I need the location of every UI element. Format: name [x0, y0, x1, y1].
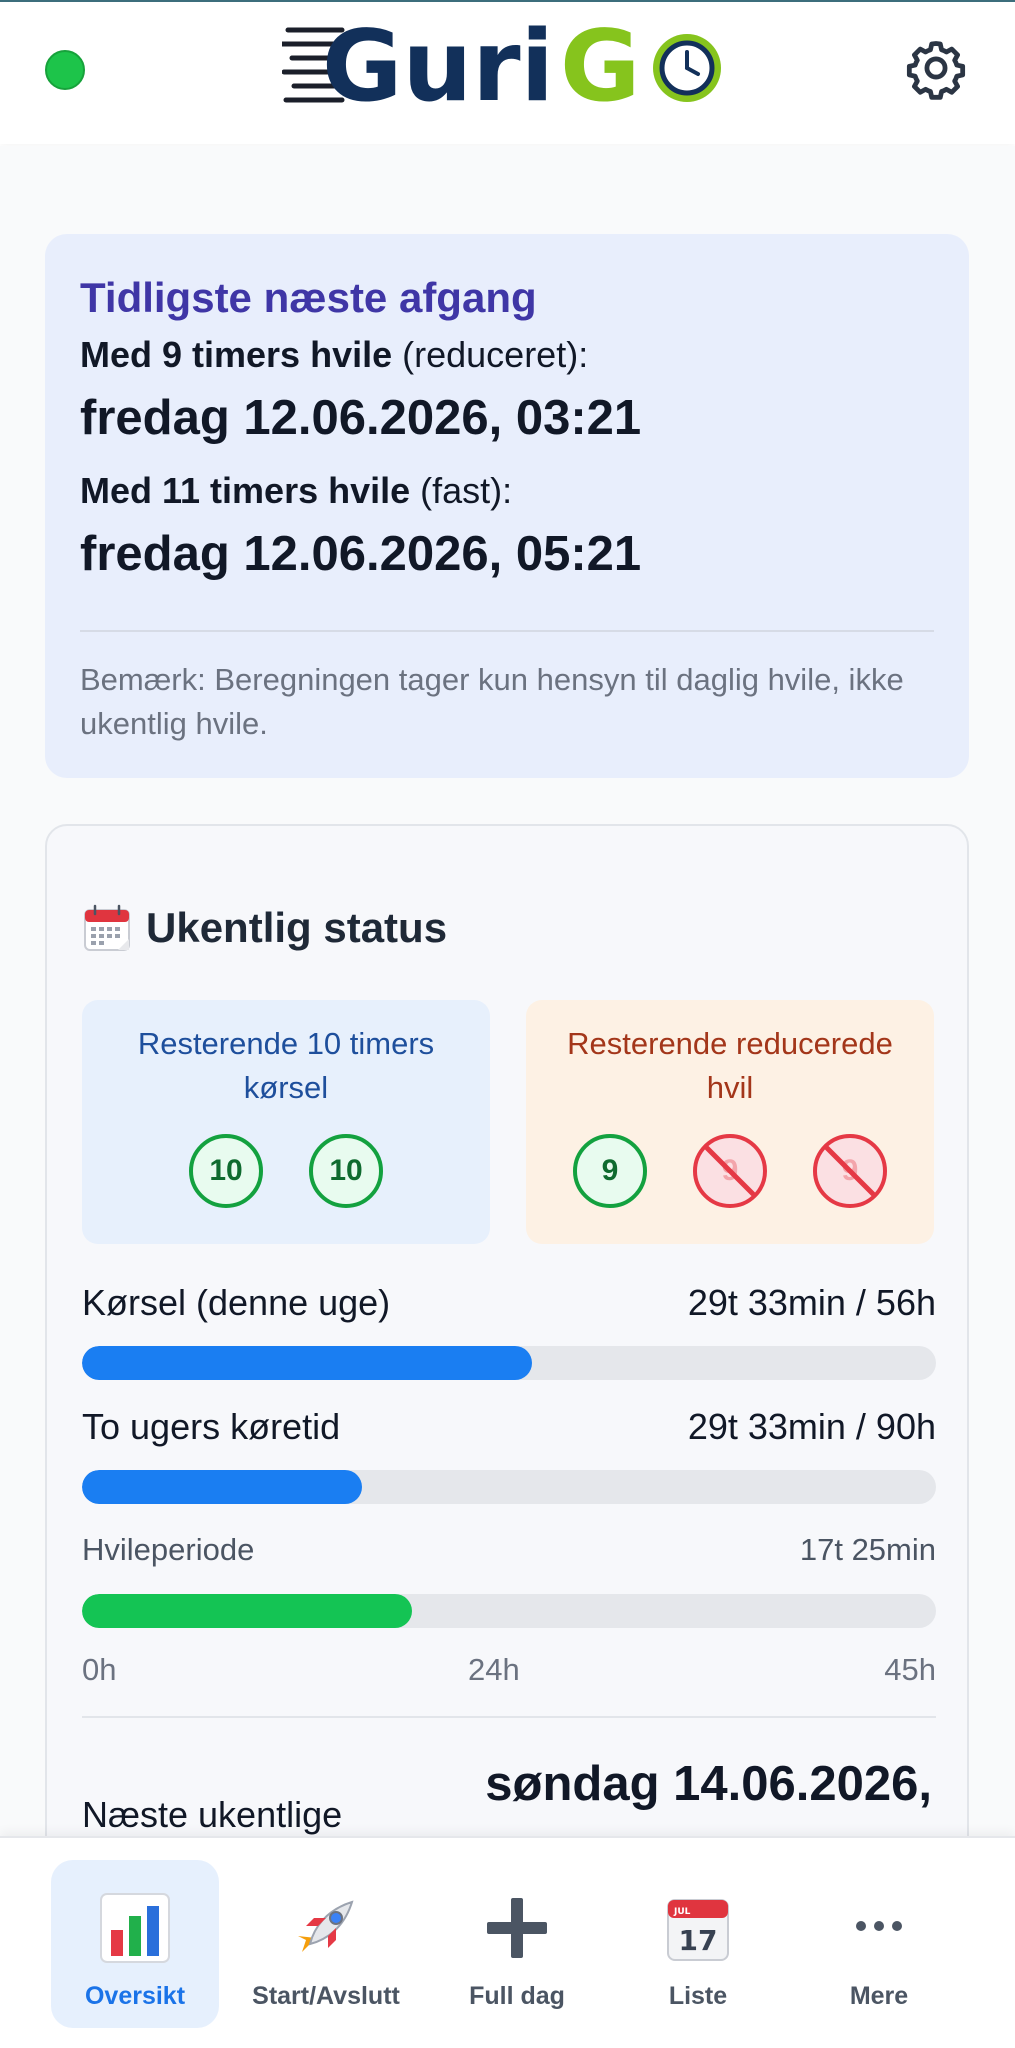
remaining-10h-driving-title: Resterende 10 timers kørsel — [137, 1026, 435, 1105]
nav-item-mere[interactable]: Mere — [795, 1860, 963, 2028]
strike-icon — [824, 1145, 876, 1197]
weekly-status-card: Ukentlig status Resterende 10 timers kør… — [45, 824, 969, 1836]
rest-period-fill — [82, 1594, 413, 1628]
rest11-label: Med 11 timers hvile — [80, 470, 411, 511]
nav-item-liste[interactable]: JUL 17 Liste — [614, 1860, 782, 2028]
rest9-suffix: (reduceret): — [392, 334, 589, 375]
nav-label-full-dag: Full dag — [469, 1982, 565, 2010]
weekly-status-title: Ukentlig status — [146, 904, 448, 951]
weekly-divider — [82, 1716, 936, 1718]
scale-end: 45h — [884, 1652, 936, 1687]
reduced-rest-badge-used: 9 — [813, 1134, 887, 1208]
app-header: Guri G — [0, 0, 1015, 144]
rest9-date: fredag 12.06.2026, 03:21 — [80, 391, 642, 445]
calendar-icon — [84, 904, 130, 951]
svg-text:17: 17 — [679, 1924, 718, 1957]
next-weekly-rest-label: Næste ukentlige — [82, 1794, 343, 1835]
plus-icon — [487, 1898, 547, 1958]
driving10-badge-available: 10 — [309, 1134, 383, 1208]
driving-week-fill — [82, 1346, 533, 1380]
nav-item-oversikt[interactable]: Oversikt — [51, 1860, 219, 2028]
svg-text:JUL: JUL — [673, 1907, 691, 1917]
driving-week-value: 29t 33min / 56h — [687, 1282, 936, 1323]
weekly-status-header: Ukentlig status — [82, 898, 447, 958]
main-content[interactable]: Tidligste næste afgang Med 9 timers hvil… — [0, 146, 1015, 1836]
nav-label-oversikt: Oversikt — [84, 1982, 186, 2010]
two-week-driving-label: To ugers køretid — [82, 1406, 341, 1447]
driving10-badge-available: 10 — [189, 1134, 263, 1208]
rest11-suffix: (fast): — [410, 470, 513, 511]
logo-text-guri: Guri — [322, 12, 554, 122]
nav-label-mere: Mere — [849, 1982, 909, 2010]
departure-note: Bemærk: Beregningen tager kun hensyn til… — [80, 662, 904, 741]
rocket-icon — [298, 1900, 354, 1952]
rest9-line: Med 9 timers hvile (reduceret): — [80, 334, 588, 376]
remaining-10h-driving-tile: Resterende 10 timers kørsel 10 10 — [82, 1000, 490, 1244]
nav-item-full-dag[interactable]: Full dag — [433, 1860, 601, 2028]
departure-divider — [80, 630, 934, 632]
departure-title: Tidligste næste afgang — [80, 274, 537, 321]
status-dot-icon — [45, 50, 85, 90]
rest-period-track — [82, 1594, 936, 1628]
remaining-reduced-rest-tile: Resterende reducerede hvil 9 9 9 — [526, 1000, 934, 1244]
bottom-navigation: Oversikt Start/Avslutt Full dag JUL 17 L… — [0, 1836, 1015, 2048]
scale-start: 0h — [82, 1652, 117, 1687]
two-week-driving-track — [82, 1470, 936, 1504]
two-week-driving-fill — [82, 1470, 363, 1504]
logo-text-g: G — [560, 12, 640, 122]
rest11-date: fredag 12.06.2026, 05:21 — [80, 527, 642, 581]
nav-item-start-avslutt[interactable]: Start/Avslutt — [242, 1860, 410, 2028]
nav-label-liste: Liste — [668, 1982, 728, 2010]
badge-value: 9 — [601, 1154, 619, 1187]
driving-week-track — [82, 1346, 936, 1380]
reduced-rest-badge-available: 9 — [573, 1134, 647, 1208]
badge-value: 10 — [209, 1154, 243, 1187]
gear-icon[interactable] — [904, 36, 968, 100]
next-weekly-rest-date: søndag 14.06.2026, — [485, 1757, 932, 1811]
remaining-reduced-rest-title: Resterende reducerede hvil — [567, 1026, 893, 1105]
rest9-label: Med 9 timers hvile — [80, 334, 393, 375]
reduced-rest-badge-used: 9 — [693, 1134, 767, 1208]
badge-value: 10 — [329, 1154, 363, 1187]
rest-period-label: Hvileperiode — [82, 1532, 255, 1567]
rest-period-value: 17t 25min — [799, 1532, 936, 1567]
two-week-driving-value: 29t 33min / 90h — [687, 1406, 936, 1447]
rest11-line: Med 11 timers hvile (fast): — [80, 470, 512, 512]
departure-card: Tidligste næste afgang Med 9 timers hvil… — [45, 234, 969, 778]
strike-icon — [704, 1145, 756, 1197]
more-dots-icon — [856, 1921, 902, 1931]
nav-label-start-avslutt: Start/Avslutt — [252, 1982, 400, 2010]
driving-week-label: Kørsel (denne uge) — [82, 1282, 391, 1323]
scale-mid: 24h — [468, 1652, 520, 1687]
bar-chart-icon — [100, 1893, 170, 1963]
reduced-rest-badges: 9 9 9 — [526, 1134, 934, 1208]
driving10-badges: 10 10 — [82, 1134, 490, 1208]
app-logo: Guri G — [282, 12, 721, 122]
calendar-17-icon: JUL 17 — [667, 1899, 729, 1961]
